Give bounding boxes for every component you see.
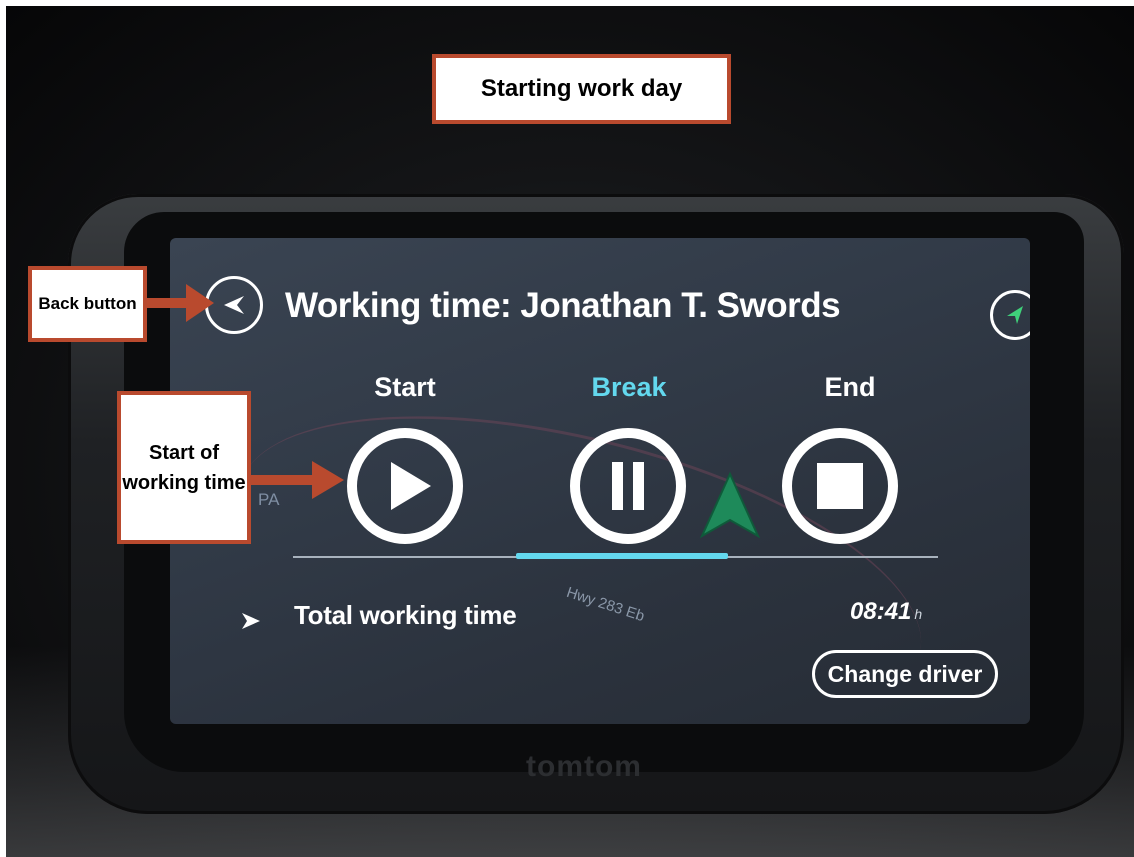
end-button[interactable]	[782, 428, 898, 544]
navigation-arrow-icon	[1007, 306, 1023, 324]
annotation-back-button: Back button	[28, 266, 147, 342]
total-working-time-label[interactable]: Total working time	[294, 600, 517, 631]
break-button[interactable]	[570, 428, 686, 544]
current-location-button[interactable]	[990, 290, 1030, 340]
start-button[interactable]	[347, 428, 463, 544]
annotation-start-of-working-time: Start of working time	[117, 391, 251, 544]
annotation-title: Starting work day	[432, 54, 731, 124]
total-working-time-number: 08:41	[850, 598, 912, 625]
break-label: Break	[591, 372, 667, 402]
play-icon	[391, 462, 431, 510]
chevron-right-icon	[242, 613, 260, 629]
break-indicator-bar	[516, 553, 728, 559]
page-title: Working time: Jonathan T. Swords	[285, 286, 841, 325]
change-driver-button[interactable]: Change driver	[812, 650, 998, 698]
total-working-time-unit: h	[914, 606, 923, 622]
back-arrow-icon	[224, 296, 244, 314]
pause-icon	[612, 462, 644, 510]
start-annotation-arrow	[250, 461, 344, 499]
end-label: End	[824, 372, 876, 402]
start-label: Start	[374, 372, 436, 402]
device-brand-logo: tomtom	[526, 750, 642, 783]
stop-icon	[817, 463, 863, 509]
map-position-arrow-icon	[699, 471, 761, 539]
back-annotation-arrow	[146, 284, 214, 322]
total-working-time-value: 08:41 h	[850, 598, 922, 626]
